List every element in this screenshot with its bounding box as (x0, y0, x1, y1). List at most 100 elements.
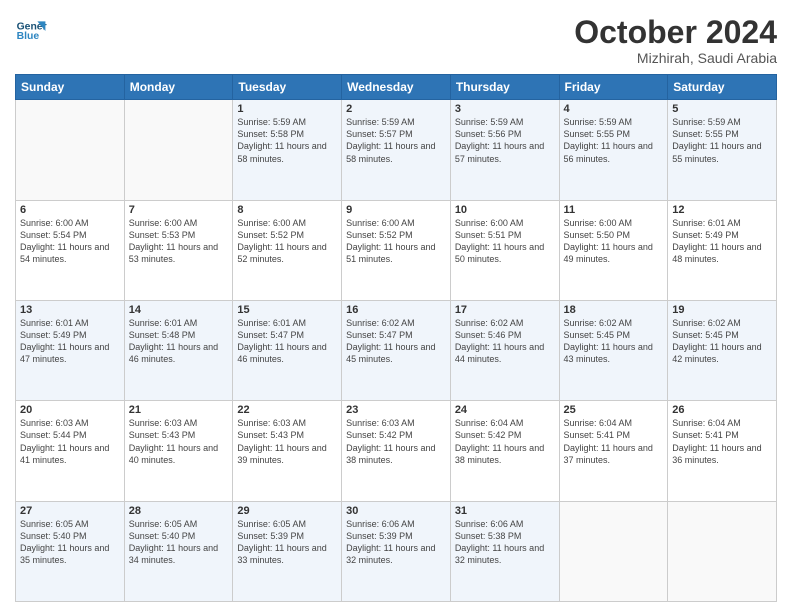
day-number: 14 (129, 304, 229, 316)
calendar-day-11: 11Sunrise: 6:00 AM Sunset: 5:50 PM Dayli… (559, 200, 668, 300)
calendar-day-12: 12Sunrise: 6:01 AM Sunset: 5:49 PM Dayli… (668, 200, 777, 300)
day-info: Sunrise: 6:06 AM Sunset: 5:39 PM Dayligh… (346, 518, 446, 567)
day-info: Sunrise: 6:02 AM Sunset: 5:45 PM Dayligh… (672, 317, 772, 366)
day-info: Sunrise: 6:04 AM Sunset: 5:41 PM Dayligh… (564, 417, 664, 466)
day-info: Sunrise: 6:03 AM Sunset: 5:43 PM Dayligh… (237, 417, 337, 466)
day-number: 25 (564, 404, 664, 416)
calendar-day-16: 16Sunrise: 6:02 AM Sunset: 5:47 PM Dayli… (342, 300, 451, 400)
day-info: Sunrise: 6:02 AM Sunset: 5:46 PM Dayligh… (455, 317, 555, 366)
day-number: 24 (455, 404, 555, 416)
subtitle: Mizhirah, Saudi Arabia (574, 50, 777, 66)
day-info: Sunrise: 6:00 AM Sunset: 5:52 PM Dayligh… (237, 217, 337, 266)
day-info: Sunrise: 6:03 AM Sunset: 5:43 PM Dayligh… (129, 417, 229, 466)
day-number: 8 (237, 204, 337, 216)
day-info: Sunrise: 6:03 AM Sunset: 5:44 PM Dayligh… (20, 417, 120, 466)
day-info: Sunrise: 6:00 AM Sunset: 5:53 PM Dayligh… (129, 217, 229, 266)
day-info: Sunrise: 6:01 AM Sunset: 5:49 PM Dayligh… (20, 317, 120, 366)
calendar-day-14: 14Sunrise: 6:01 AM Sunset: 5:48 PM Dayli… (124, 300, 233, 400)
main-title: October 2024 (574, 15, 777, 50)
calendar-empty-cell (124, 100, 233, 200)
day-number: 16 (346, 304, 446, 316)
weekday-header-thursday: Thursday (450, 75, 559, 100)
day-number: 11 (564, 204, 664, 216)
calendar-empty-cell (559, 501, 668, 601)
day-number: 1 (237, 103, 337, 115)
calendar-day-7: 7Sunrise: 6:00 AM Sunset: 5:53 PM Daylig… (124, 200, 233, 300)
day-info: Sunrise: 6:01 AM Sunset: 5:48 PM Dayligh… (129, 317, 229, 366)
day-info: Sunrise: 6:05 AM Sunset: 5:40 PM Dayligh… (129, 518, 229, 567)
day-info: Sunrise: 6:05 AM Sunset: 5:40 PM Dayligh… (20, 518, 120, 567)
day-number: 30 (346, 505, 446, 517)
calendar-week-row: 27Sunrise: 6:05 AM Sunset: 5:40 PM Dayli… (16, 501, 777, 601)
calendar-day-2: 2Sunrise: 5:59 AM Sunset: 5:57 PM Daylig… (342, 100, 451, 200)
calendar-empty-cell (668, 501, 777, 601)
calendar-day-18: 18Sunrise: 6:02 AM Sunset: 5:45 PM Dayli… (559, 300, 668, 400)
day-number: 9 (346, 204, 446, 216)
calendar-day-10: 10Sunrise: 6:00 AM Sunset: 5:51 PM Dayli… (450, 200, 559, 300)
calendar-day-26: 26Sunrise: 6:04 AM Sunset: 5:41 PM Dayli… (668, 401, 777, 501)
day-number: 19 (672, 304, 772, 316)
day-number: 10 (455, 204, 555, 216)
calendar-empty-cell (16, 100, 125, 200)
calendar-day-4: 4Sunrise: 5:59 AM Sunset: 5:55 PM Daylig… (559, 100, 668, 200)
calendar-day-30: 30Sunrise: 6:06 AM Sunset: 5:39 PM Dayli… (342, 501, 451, 601)
day-number: 21 (129, 404, 229, 416)
day-number: 4 (564, 103, 664, 115)
calendar-day-21: 21Sunrise: 6:03 AM Sunset: 5:43 PM Dayli… (124, 401, 233, 501)
day-info: Sunrise: 5:59 AM Sunset: 5:56 PM Dayligh… (455, 116, 555, 165)
day-number: 20 (20, 404, 120, 416)
day-info: Sunrise: 6:01 AM Sunset: 5:47 PM Dayligh… (237, 317, 337, 366)
calendar-day-22: 22Sunrise: 6:03 AM Sunset: 5:43 PM Dayli… (233, 401, 342, 501)
svg-text:Blue: Blue (17, 31, 40, 42)
calendar-header-row: SundayMondayTuesdayWednesdayThursdayFrid… (16, 75, 777, 100)
calendar-day-17: 17Sunrise: 6:02 AM Sunset: 5:46 PM Dayli… (450, 300, 559, 400)
day-number: 23 (346, 404, 446, 416)
calendar-day-23: 23Sunrise: 6:03 AM Sunset: 5:42 PM Dayli… (342, 401, 451, 501)
day-info: Sunrise: 5:59 AM Sunset: 5:55 PM Dayligh… (672, 116, 772, 165)
logo-icon: General Blue (15, 15, 47, 47)
weekday-header-wednesday: Wednesday (342, 75, 451, 100)
calendar-day-3: 3Sunrise: 5:59 AM Sunset: 5:56 PM Daylig… (450, 100, 559, 200)
calendar-day-27: 27Sunrise: 6:05 AM Sunset: 5:40 PM Dayli… (16, 501, 125, 601)
calendar-week-row: 1Sunrise: 5:59 AM Sunset: 5:58 PM Daylig… (16, 100, 777, 200)
calendar-day-5: 5Sunrise: 5:59 AM Sunset: 5:55 PM Daylig… (668, 100, 777, 200)
day-info: Sunrise: 6:00 AM Sunset: 5:54 PM Dayligh… (20, 217, 120, 266)
day-number: 12 (672, 204, 772, 216)
calendar-day-8: 8Sunrise: 6:00 AM Sunset: 5:52 PM Daylig… (233, 200, 342, 300)
calendar-week-row: 20Sunrise: 6:03 AM Sunset: 5:44 PM Dayli… (16, 401, 777, 501)
day-number: 5 (672, 103, 772, 115)
calendar-day-25: 25Sunrise: 6:04 AM Sunset: 5:41 PM Dayli… (559, 401, 668, 501)
calendar-day-29: 29Sunrise: 6:05 AM Sunset: 5:39 PM Dayli… (233, 501, 342, 601)
day-info: Sunrise: 6:00 AM Sunset: 5:52 PM Dayligh… (346, 217, 446, 266)
weekday-header-tuesday: Tuesday (233, 75, 342, 100)
page: General Blue October 2024 Mizhirah, Saud… (0, 0, 792, 612)
calendar-day-19: 19Sunrise: 6:02 AM Sunset: 5:45 PM Dayli… (668, 300, 777, 400)
weekday-header-saturday: Saturday (668, 75, 777, 100)
day-info: Sunrise: 5:59 AM Sunset: 5:57 PM Dayligh… (346, 116, 446, 165)
calendar-day-28: 28Sunrise: 6:05 AM Sunset: 5:40 PM Dayli… (124, 501, 233, 601)
day-info: Sunrise: 6:04 AM Sunset: 5:41 PM Dayligh… (672, 417, 772, 466)
day-info: Sunrise: 6:00 AM Sunset: 5:51 PM Dayligh… (455, 217, 555, 266)
header: General Blue October 2024 Mizhirah, Saud… (15, 15, 777, 66)
day-info: Sunrise: 6:01 AM Sunset: 5:49 PM Dayligh… (672, 217, 772, 266)
weekday-header-friday: Friday (559, 75, 668, 100)
day-number: 22 (237, 404, 337, 416)
day-number: 2 (346, 103, 446, 115)
weekday-header-monday: Monday (124, 75, 233, 100)
calendar-day-9: 9Sunrise: 6:00 AM Sunset: 5:52 PM Daylig… (342, 200, 451, 300)
day-info: Sunrise: 5:59 AM Sunset: 5:55 PM Dayligh… (564, 116, 664, 165)
calendar-day-1: 1Sunrise: 5:59 AM Sunset: 5:58 PM Daylig… (233, 100, 342, 200)
day-number: 29 (237, 505, 337, 517)
calendar-week-row: 13Sunrise: 6:01 AM Sunset: 5:49 PM Dayli… (16, 300, 777, 400)
day-info: Sunrise: 6:05 AM Sunset: 5:39 PM Dayligh… (237, 518, 337, 567)
calendar-day-6: 6Sunrise: 6:00 AM Sunset: 5:54 PM Daylig… (16, 200, 125, 300)
calendar-table: SundayMondayTuesdayWednesdayThursdayFrid… (15, 74, 777, 602)
day-number: 26 (672, 404, 772, 416)
weekday-header-sunday: Sunday (16, 75, 125, 100)
calendar-day-15: 15Sunrise: 6:01 AM Sunset: 5:47 PM Dayli… (233, 300, 342, 400)
day-number: 31 (455, 505, 555, 517)
day-number: 18 (564, 304, 664, 316)
calendar-day-24: 24Sunrise: 6:04 AM Sunset: 5:42 PM Dayli… (450, 401, 559, 501)
day-number: 27 (20, 505, 120, 517)
logo: General Blue (15, 15, 47, 47)
